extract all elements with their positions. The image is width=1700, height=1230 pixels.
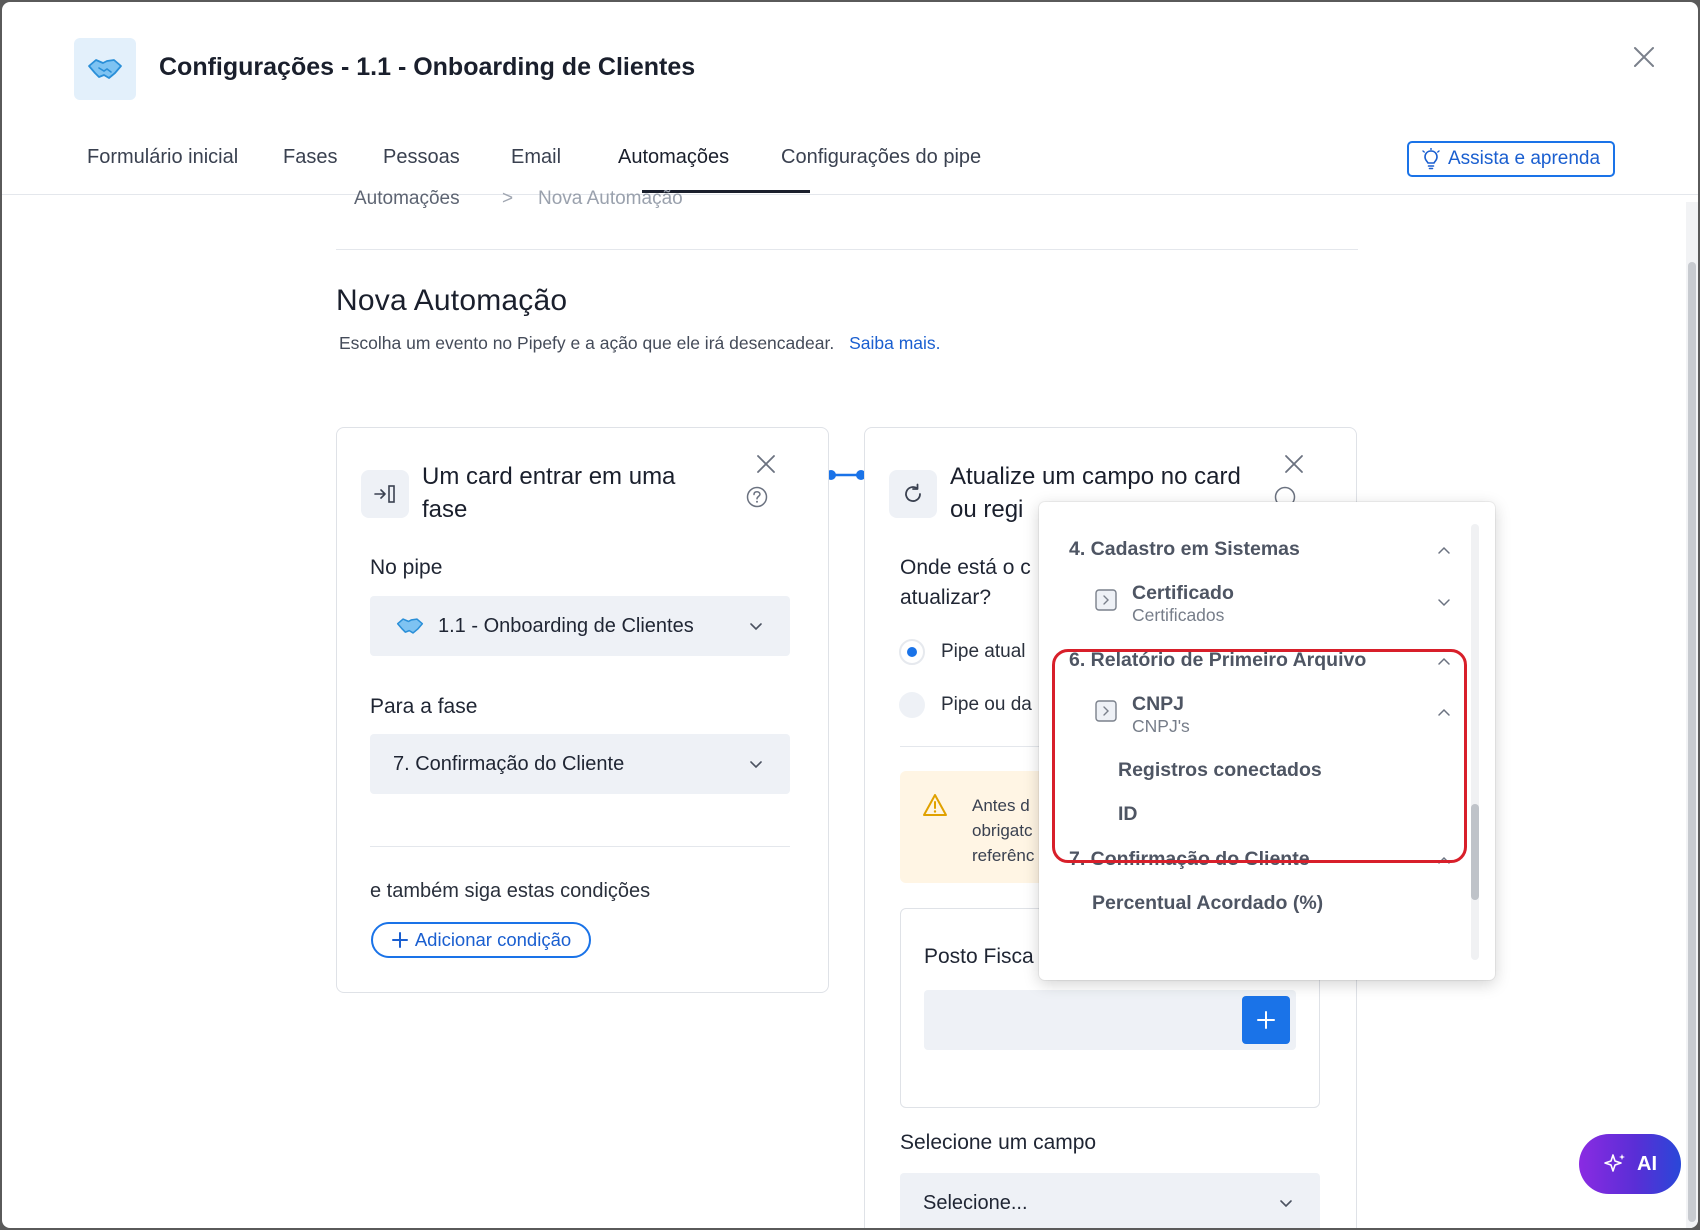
breadcrumb-separator: > <box>502 188 514 209</box>
add-value-button[interactable] <box>1242 996 1290 1044</box>
watch-and-learn-button[interactable]: Assista e aprenda <box>1407 141 1615 177</box>
tab-pessoas[interactable]: Pessoas <box>383 146 460 169</box>
tab-email[interactable]: Email <box>511 146 561 169</box>
chevron-up-icon[interactable] <box>1437 544 1451 558</box>
tab-fases[interactable]: Fases <box>283 146 337 169</box>
phase-select[interactable]: 7. Confirmação do Cliente <box>370 734 790 794</box>
enter-phase-icon <box>374 485 395 503</box>
close-icon[interactable] <box>1282 452 1306 476</box>
pipe-select[interactable]: 1.1 - Onboarding de Clientes <box>370 596 790 656</box>
dropdown-section-cadastro[interactable]: 4. Cadastro em Sistemas <box>1069 538 1300 561</box>
radio-other-pipe-label: Pipe ou da <box>941 694 1032 715</box>
page-title: Nova Automação <box>336 284 568 317</box>
pipe-select-value: 1.1 - Onboarding de Clientes <box>438 614 694 637</box>
ai-assistant-button[interactable]: AI <box>1579 1134 1681 1194</box>
where-label-line1: Onde está o c <box>900 556 1031 579</box>
chevron-down-icon <box>750 761 762 769</box>
field-select-placeholder: Selecione... <box>923 1191 1028 1214</box>
conditions-label: e também siga estas condições <box>370 880 651 902</box>
pipe-logo <box>74 38 136 100</box>
tab-formulario-inicial[interactable]: Formulário inicial <box>87 146 238 169</box>
sparkle-icon <box>1604 1154 1625 1172</box>
dropdown-option-percentual-acordado[interactable]: Percentual Acordado (%) <box>1092 892 1323 915</box>
page-subtitle-text: Escolha um evento no Pipefy e a ação que… <box>339 333 835 353</box>
close-icon[interactable] <box>1630 43 1658 71</box>
page-subtitle: Escolha um evento no Pipefy e a ação que… <box>339 333 941 354</box>
select-field-label: Selecione um campo <box>900 1131 1097 1154</box>
breadcrumb-divider <box>336 249 1358 250</box>
plus-icon <box>391 932 408 948</box>
help-icon[interactable] <box>746 486 768 508</box>
add-condition-label: Adicionar condição <box>414 929 572 950</box>
warning-icon <box>923 794 947 816</box>
event-title-line1: Um card entrar em uma <box>422 463 676 490</box>
connection-field-icon <box>1095 589 1117 611</box>
handshake-icon <box>396 618 424 634</box>
chevron-down-icon[interactable] <box>1437 595 1451 609</box>
dropdown-scrollbar-thumb[interactable] <box>1471 804 1479 900</box>
annotation-highlight <box>1052 649 1467 863</box>
update-field-icon-box <box>889 470 937 518</box>
lightbulb-icon <box>1422 148 1440 170</box>
chevron-down-icon <box>750 623 762 631</box>
close-icon[interactable] <box>754 452 778 476</box>
enter-phase-icon-box <box>361 470 409 518</box>
breadcrumb-root[interactable]: Automações <box>354 188 460 210</box>
card-connector <box>826 470 866 480</box>
automation-settings-modal: Configurações - 1.1 - Onboarding de Clie… <box>2 2 1698 1228</box>
plus-icon <box>1257 1011 1275 1029</box>
dropdown-item-certificado[interactable]: Certificado <box>1132 582 1234 605</box>
phase-select-value: 7. Confirmação do Cliente <box>393 752 625 775</box>
modal-title: Configurações - 1.1 - Onboarding de Clie… <box>159 53 696 81</box>
add-condition-button[interactable]: Adicionar condição <box>371 922 591 958</box>
field-select[interactable]: Selecione... <box>900 1173 1320 1228</box>
page-scrollbar-thumb[interactable] <box>1688 262 1696 1222</box>
posto-input[interactable] <box>924 990 1296 1050</box>
refresh-icon <box>905 483 921 502</box>
conditions-divider <box>370 846 790 847</box>
dropdown-item-certificado-sub: Certificados <box>1132 605 1225 625</box>
watch-and-learn-label: Assista e aprenda <box>1447 148 1601 169</box>
where-label-line2: atualizar? <box>900 586 992 609</box>
action-title-line1: Atualize um campo no card <box>950 463 1241 490</box>
pipe-label: No pipe <box>370 556 443 579</box>
posto-label: Posto Fisca <box>924 945 1034 968</box>
chevron-down-icon <box>1280 1200 1292 1208</box>
tab-configuracoes-do-pipe[interactable]: Configurações do pipe <box>781 146 981 169</box>
tab-automacoes[interactable]: Automações <box>618 146 729 169</box>
radio-current-pipe[interactable] <box>899 639 925 665</box>
radio-other-pipe[interactable] <box>899 692 925 718</box>
ai-label: AI <box>1637 1152 1657 1175</box>
event-title-line2: fase <box>422 496 468 523</box>
event-card: Um card entrar em uma fase No pipe 1.1 -… <box>336 427 829 993</box>
phase-label: Para a fase <box>370 695 478 718</box>
handshake-icon <box>88 59 122 79</box>
learn-more-link[interactable]: Saiba mais. <box>849 333 940 353</box>
radio-current-pipe-label: Pipe atual <box>941 641 1026 662</box>
action-title-line2: ou regi <box>950 496 1024 523</box>
warning-text: Antes d obrigatc referênc <box>972 796 1035 865</box>
breadcrumb-current: Nova Automação <box>538 188 683 209</box>
